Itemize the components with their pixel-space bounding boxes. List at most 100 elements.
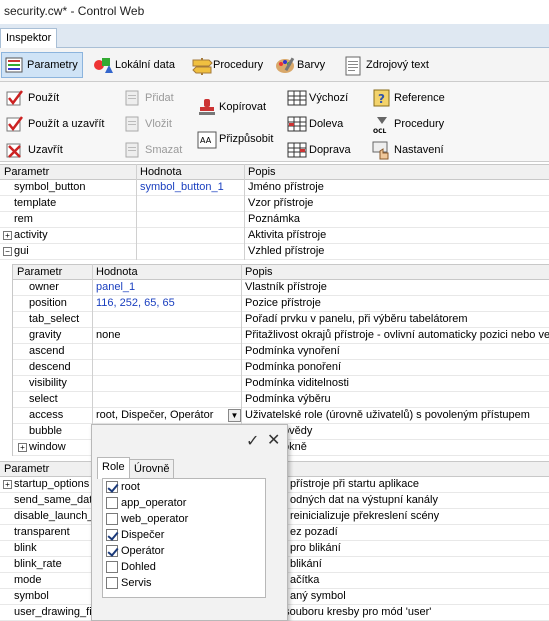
checkbox[interactable] <box>106 529 118 541</box>
procedury-button[interactable]: OCL Procedury <box>372 113 444 135</box>
param-name: disable_launch_ <box>14 510 94 522</box>
table-row[interactable]: tab_select Pořadí prvku v panelu, při výb… <box>13 312 549 328</box>
expand-icon[interactable]: + <box>3 230 12 240</box>
tab-inspektor[interactable]: Inspektor <box>0 28 58 49</box>
list-item[interactable]: root <box>103 479 265 495</box>
col-parametr[interactable]: Parametr <box>4 166 49 178</box>
role-label: Operátor <box>121 545 165 557</box>
svg-text:?: ? <box>378 92 385 106</box>
param-value[interactable]: none <box>96 329 236 341</box>
list-item[interactable]: Servis <box>103 575 265 591</box>
tab-urovne[interactable]: Úrovně <box>129 459 175 479</box>
param-desc: aný symbol <box>290 590 346 602</box>
col-hodnota[interactable]: Hodnota <box>140 166 182 178</box>
param-desc: blikání <box>290 558 322 570</box>
subgrid-header: Parametr Hodnota Popis <box>13 264 549 280</box>
reference-label: Reference <box>394 92 445 104</box>
list-item[interactable]: Dohled <box>103 559 265 575</box>
checkbox[interactable] <box>106 561 118 573</box>
ribbon-tab-lokalni-data[interactable]: Lokální data <box>90 52 178 78</box>
param-desc: ez pozadí <box>290 526 338 538</box>
param-value[interactable]: symbol_button_1 <box>140 181 244 193</box>
param-name: send_same_dat <box>14 494 93 506</box>
doleva-button[interactable]: Doleva <box>287 113 343 135</box>
list-item[interactable]: web_operator <box>103 511 265 527</box>
param-desc: ačítka <box>290 574 320 586</box>
expand-icon[interactable]: + <box>3 479 12 489</box>
uzavrit-label: Uzavřít <box>28 144 63 156</box>
list-item[interactable]: Operátor <box>103 543 265 559</box>
parameters-grid: Parametr Hodnota Popis symbol_button sym… <box>0 164 549 260</box>
ribbon-tab-barvy[interactable]: Barvy <box>272 52 328 78</box>
table-row[interactable]: owner panel_1 Vlastník přístroje <box>13 280 549 296</box>
col-parametr[interactable]: Parametr <box>4 463 49 475</box>
checkbox[interactable] <box>106 545 118 557</box>
kopirovat-label: Kopírovat <box>219 101 267 113</box>
doprava-button[interactable]: Doprava <box>287 139 351 161</box>
xyz-params-icon <box>5 56 23 74</box>
checkbox[interactable] <box>106 497 118 509</box>
dropdown-arrow-icon[interactable]: ▼ <box>228 409 241 422</box>
vychozi-button[interactable]: Výchozí <box>287 87 348 109</box>
checkbox[interactable] <box>106 513 118 525</box>
document-icon <box>344 56 362 76</box>
confirm-check-icon[interactable]: ✓ <box>246 431 259 451</box>
uzavrit-button[interactable]: Uzavřít <box>6 139 63 161</box>
collapse-icon[interactable]: − <box>3 246 12 256</box>
checkbox[interactable] <box>106 577 118 589</box>
param-value[interactable]: panel_1 <box>96 281 236 293</box>
prizpusobit-button[interactable]: AA Přizpůsobit <box>197 128 273 150</box>
ribbon-tab-parametry[interactable]: Parametry <box>1 52 83 78</box>
col-hodnota[interactable]: Hodnota <box>96 266 138 278</box>
list-item[interactable]: Dispečer <box>103 527 265 543</box>
ribbon-tab-zdrojovy-text[interactable]: Zdrojový text <box>341 52 432 78</box>
param-value[interactable]: 116, 252, 65, 65 <box>96 297 236 309</box>
svg-text:OCL: OCL <box>373 128 387 135</box>
table-row[interactable]: descend Podmínka ponoření <box>13 360 549 376</box>
table-row[interactable]: − gui Vzhled přístroje <box>0 244 549 260</box>
table-row[interactable]: position 116, 252, 65, 65 Pozice přístroje <box>13 296 549 312</box>
param-name: transparent <box>14 526 70 538</box>
param-desc: Podmínka výběru <box>245 393 331 405</box>
table-row[interactable]: gravity none Přitažlivost okrajů přístroje… <box>13 328 549 344</box>
col-popis[interactable]: Popis <box>245 266 273 278</box>
param-name: ascend <box>29 345 65 357</box>
col-popis[interactable]: Popis <box>248 166 276 178</box>
tab-role[interactable]: Role <box>97 457 130 479</box>
vlozit-button[interactable]: Vložit <box>123 113 172 135</box>
list-item[interactable]: app_operator <box>103 495 265 511</box>
pouzit-button[interactable]: Použít <box>6 87 59 109</box>
param-name: mode <box>14 574 42 586</box>
nastaveni-button[interactable]: Nastavení <box>372 139 444 161</box>
close-icon[interactable]: ✕ <box>267 430 280 450</box>
pridat-button[interactable]: Přidat <box>123 87 174 109</box>
table-row[interactable]: visibility Podmínka viditelnosti <box>13 376 549 392</box>
param-desc: Vzor přístroje <box>248 197 314 209</box>
table-row[interactable]: ascend Podmínka vynoření <box>13 344 549 360</box>
access-value[interactable]: root, Dispečer, Operátor <box>96 409 224 421</box>
table-row[interactable]: + activity Aktivita přístroje <box>0 228 549 244</box>
reference-button[interactable]: ? Reference <box>372 87 445 109</box>
col-parametr[interactable]: Parametr <box>17 266 62 278</box>
param-name: template <box>14 197 57 209</box>
role-label: Servis <box>121 577 152 589</box>
pouzit-a-uzavrit-button[interactable]: Použít a uzavřít <box>6 113 104 135</box>
param-desc: odných dat na výstupní kanály <box>290 494 438 506</box>
table-row[interactable]: template Vzor přístroje <box>0 196 549 212</box>
param-desc: Pozice přístroje <box>245 297 321 309</box>
table-row[interactable]: symbol_button symbol_button_1 Jméno přís… <box>0 180 549 196</box>
param-name: tab_select <box>29 313 80 325</box>
ribbon-tab-label: Barvy <box>297 59 326 71</box>
roles-list: root app_operator web_operator Dispečer … <box>102 478 266 598</box>
checkbox[interactable] <box>106 481 118 493</box>
table-row[interactable]: select Podmínka výběru <box>13 392 549 408</box>
role-label: root <box>121 481 140 493</box>
grid-header: Parametr Hodnota Popis <box>0 164 549 180</box>
table-row-access[interactable]: access root, Dispečer, Operátor ▼ Uživat… <box>13 408 549 424</box>
table-row[interactable]: rem Poznámka <box>0 212 549 228</box>
param-name: gui <box>14 245 29 257</box>
ribbon-tab-procedury[interactable]: Procedury <box>188 52 266 78</box>
smazat-button[interactable]: Smazat <box>123 139 182 161</box>
expand-icon[interactable]: + <box>18 442 27 452</box>
kopirovat-button[interactable]: Kopírovat <box>197 96 266 118</box>
